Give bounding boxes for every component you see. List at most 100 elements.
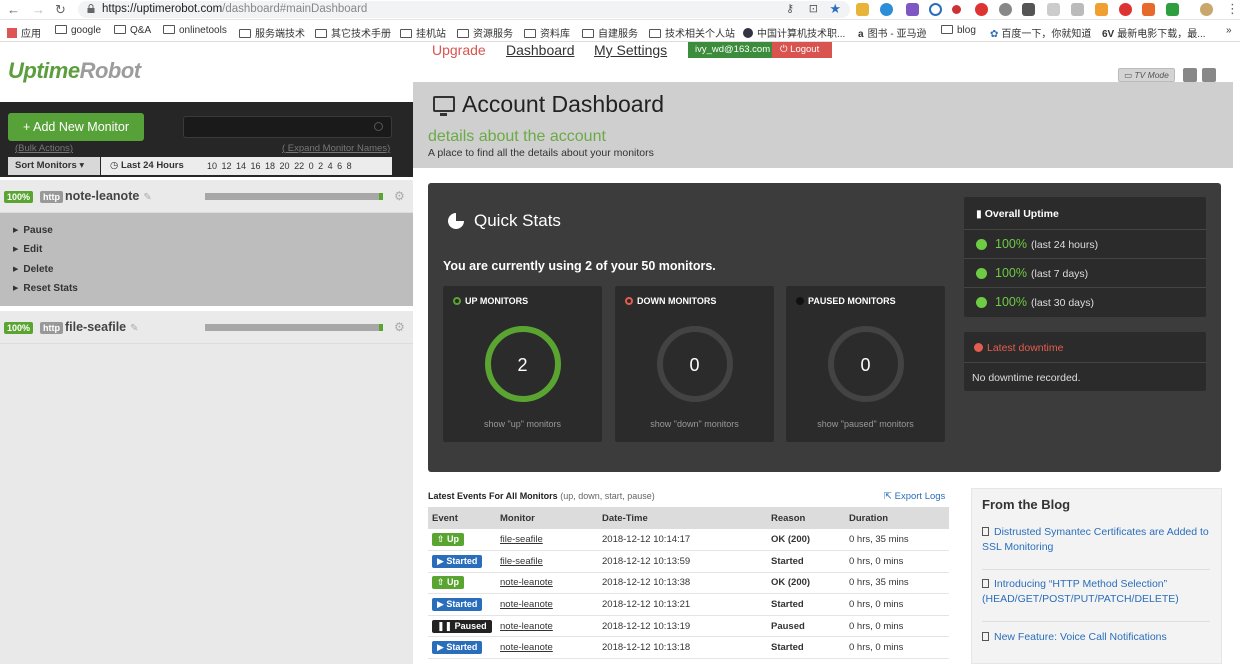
rss-icon[interactable] [1095, 3, 1108, 16]
blog-link[interactable]: Distrusted Symantec Certificates are Add… [982, 525, 1210, 555]
play-icon: ▶ [437, 599, 447, 610]
bookmark-folder[interactable]: 其它技术手册 [315, 25, 391, 40]
uptime-bar [205, 193, 383, 200]
folder-icon [400, 29, 412, 38]
duration-cell: 0 hrs, 0 mins [845, 550, 949, 573]
document-icon [982, 632, 989, 641]
pocket-icon[interactable] [1022, 3, 1035, 16]
menu-icon[interactable]: ⋮ [1226, 1, 1239, 17]
forward-icon[interactable]: → [32, 2, 45, 17]
extension-icon[interactable] [906, 3, 919, 16]
bookmark-link[interactable]: 中国计算机技术职... [743, 25, 845, 40]
monitor-link[interactable]: note-leanote [500, 621, 553, 632]
export-logs-link[interactable]: ⇱ Export Logs [884, 491, 945, 502]
paused-monitors-box[interactable]: PAUSED MONITORS 0 show "paused" monitors [786, 286, 945, 442]
mail-icon[interactable] [1071, 3, 1084, 16]
shield-icon[interactable] [1166, 3, 1179, 16]
extension-icon[interactable] [880, 3, 893, 16]
nav-my-settings[interactable]: My Settings [594, 42, 667, 58]
bookmark-folder[interactable]: Q&A [114, 25, 151, 36]
back-icon[interactable]: ← [7, 2, 20, 17]
action-delete[interactable]: ▶ Delete [13, 264, 53, 275]
divider [982, 569, 1210, 570]
export-icon: ⇱ [884, 491, 895, 502]
monitor-name[interactable]: note-leanote ✎ [65, 189, 152, 203]
extension-icon[interactable] [929, 3, 942, 16]
blog-link[interactable]: Introducing “HTTP Method Selection” (HEA… [982, 577, 1210, 607]
edit-icon[interactable]: ✎ [143, 192, 151, 203]
bookmark-folder[interactable]: 资源服务 [457, 25, 513, 40]
expand-monitor-names-link[interactable]: ( Expand Monitor Names) [282, 143, 390, 154]
bookmark-link[interactable]: 6V 最新电影下载，最... [1102, 25, 1206, 40]
logout-button[interactable]: ⏻ Logout [772, 42, 832, 58]
bookmark-apps[interactable]: 应用 [7, 25, 41, 40]
nav-dashboard[interactable]: Dashboard [506, 42, 575, 58]
bookmark-folder[interactable]: 资料库 [524, 25, 570, 40]
datetime-cell: 2018-12-12 10:13:18 [598, 636, 767, 660]
tv-mode-button[interactable]: ▭ TV Mode [1118, 68, 1175, 82]
monitor-link[interactable]: file-seafile [500, 556, 543, 567]
show-down-link[interactable]: show "down" monitors [615, 419, 774, 429]
bookmark-link[interactable]: ✿ 百度一下，你就知道 [990, 25, 1091, 40]
extension-icon[interactable] [952, 5, 961, 14]
show-up-link[interactable]: show "up" monitors [443, 419, 602, 429]
bookmark-star-icon[interactable]: ★ [829, 1, 841, 17]
datetime-cell: 2018-12-12 10:14:17 [598, 529, 767, 552]
datetime-cell: 2018-12-12 10:13:21 [598, 593, 767, 616]
monitor-name[interactable]: file-seafile ✎ [65, 320, 139, 334]
blog-link[interactable]: New Feature: Voice Call Notifications [982, 630, 1210, 645]
uptime-bar-fill [379, 193, 383, 200]
gitlab-icon[interactable] [1142, 3, 1155, 16]
overall-uptime-title: ▮ Overall Uptime [976, 208, 1059, 220]
monitor-link[interactable]: note-leanote [500, 599, 553, 610]
key-icon[interactable]: ⚷ [786, 2, 794, 15]
monitor-link[interactable]: file-seafile [500, 534, 543, 545]
bookmark-folder[interactable]: 挂机站 [400, 25, 446, 40]
down-monitors-box[interactable]: DOWN MONITORS 0 show "down" monitors [615, 286, 774, 442]
action-reset-stats[interactable]: ▶ Reset Stats [13, 283, 78, 294]
adblock-icon[interactable] [975, 3, 988, 16]
extension-icon[interactable] [999, 3, 1012, 16]
reload-icon[interactable]: ↻ [55, 2, 66, 18]
status-dot-icon [796, 297, 804, 305]
up-monitors-box[interactable]: UP MONITORS 2 show "up" monitors [443, 286, 602, 442]
event-cell: ▶ Started [428, 636, 496, 660]
table-header-row: Event Monitor Date-Time Reason Duration [428, 507, 949, 529]
monitor-row[interactable]: 100% http note-leanote ✎ ⚙ [0, 180, 413, 213]
address-bar[interactable]: https://uptimerobot.com/dashboard#mainDa… [78, 1, 850, 18]
bookmark-folder[interactable]: google [55, 25, 101, 36]
twitter-icon[interactable] [1183, 68, 1197, 82]
gear-icon[interactable]: ⚙ [394, 189, 405, 203]
translate-icon[interactable]: ⊡ [809, 2, 818, 15]
sort-monitors-dropdown[interactable]: Sort Monitors ▾ [8, 157, 100, 175]
bookmark-folder[interactable]: 服务端技术 [239, 25, 305, 40]
extension-icon[interactable] [1119, 3, 1132, 16]
avatar[interactable] [1200, 3, 1213, 16]
facebook-icon[interactable] [1202, 68, 1216, 82]
monitor-link[interactable]: note-leanote [500, 642, 553, 653]
bookmark-folder[interactable]: 自建服务 [582, 25, 638, 40]
edit-icon[interactable]: ✎ [130, 323, 138, 334]
action-edit[interactable]: ▶ Edit [13, 244, 42, 255]
bulk-actions-link[interactable]: (Bulk Actions) [15, 143, 73, 154]
action-pause[interactable]: ▶ Pause [13, 225, 53, 236]
nav-upgrade[interactable]: Upgrade [432, 42, 486, 58]
event-cell: ⇧ Up [428, 572, 496, 595]
account-email-button[interactable]: ivy_wd@163.com [688, 42, 778, 58]
extension-icon[interactable] [1047, 3, 1060, 16]
extension-icon[interactable] [856, 3, 869, 16]
bookmark-folder[interactable]: 技术相关个人站 [649, 25, 735, 40]
monitor-search-input[interactable] [183, 116, 392, 138]
gear-icon[interactable]: ⚙ [394, 320, 405, 334]
page-title: Account Dashboard [462, 91, 665, 117]
add-new-monitor-button[interactable]: + Add New Monitor [8, 113, 144, 141]
bookmarks-more-icon[interactable]: » [1226, 25, 1232, 36]
bookmark-folder[interactable]: onlinetools [163, 25, 227, 36]
bookmark-folder[interactable]: blog [941, 25, 976, 36]
bookmark-link[interactable]: a 图书 - 亚马逊 [858, 25, 926, 40]
monitor-link[interactable]: note-leanote [500, 577, 553, 588]
show-paused-link[interactable]: show "paused" monitors [786, 419, 945, 429]
latest-downtime-title: Latest downtime [974, 342, 1063, 354]
monitor-row[interactable]: 100% http file-seafile ✎ ⚙ [0, 311, 413, 344]
uptimerobot-logo[interactable]: UptimeRobot [8, 58, 141, 84]
